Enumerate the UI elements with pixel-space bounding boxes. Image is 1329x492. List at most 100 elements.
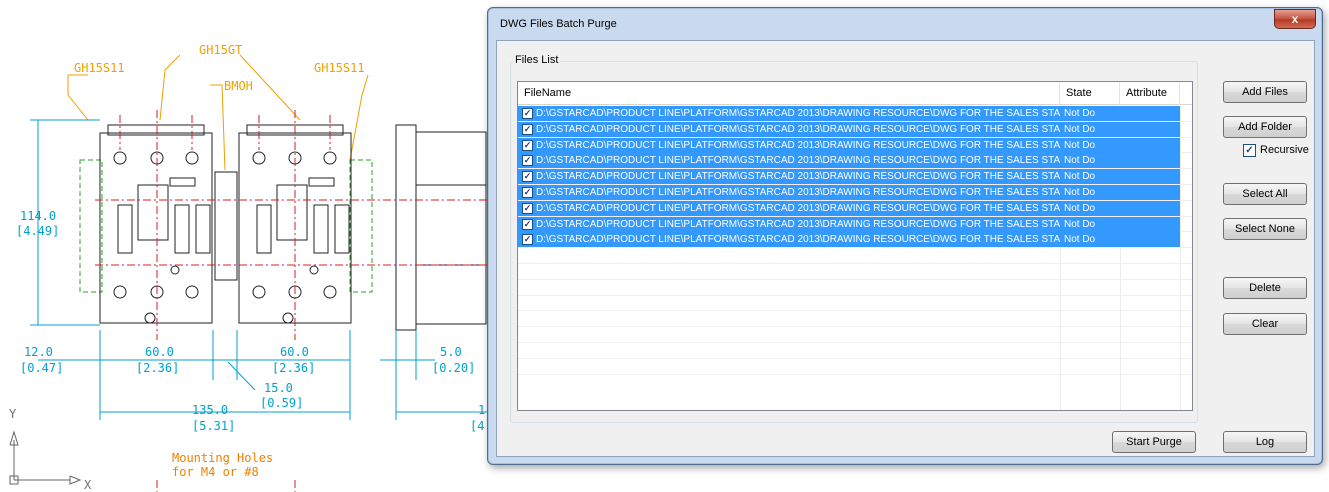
empty-row [518, 280, 1192, 296]
row-attribute [1120, 121, 1180, 137]
table-row[interactable]: D:\GSTARCAD\PRODUCT LINE\PLATFORM\GSTARC… [518, 169, 1192, 185]
dim-truncated: 1 [478, 403, 485, 417]
row-attribute [1120, 169, 1180, 185]
column-header-state[interactable]: State [1060, 82, 1120, 105]
dim-12-in: [0.47] [20, 361, 63, 375]
row-attribute [1120, 200, 1180, 216]
row-state: Not Do [1060, 216, 1120, 232]
row-filename: D:\GSTARCAD\PRODUCT LINE\PLATFORM\GSTARC… [518, 106, 1060, 121]
row-checkbox[interactable]: ✓ [522, 186, 533, 198]
listview-rows: D:\GSTARCAD\PRODUCT LINE\PLATFORM\GSTARC… [518, 106, 1192, 375]
dim-15-in: [0.59] [260, 396, 303, 410]
recursive-check-icon[interactable]: ✓ [1243, 144, 1256, 157]
empty-row [518, 343, 1192, 359]
dialog-titlebar[interactable]: DWG Files Batch Purge x [488, 8, 1322, 40]
clear-button[interactable]: Clear [1223, 313, 1307, 335]
label-bmoh: BMOH [224, 79, 253, 93]
table-row[interactable]: D:\GSTARCAD\PRODUCT LINE\PLATFORM\GSTARC… [518, 216, 1192, 233]
dim-12: 12.0 [24, 345, 53, 359]
row-checkbox[interactable]: ✓ [522, 218, 533, 230]
table-row[interactable]: D:\GSTARCAD\PRODUCT LINE\PLATFORM\GSTARC… [518, 106, 1192, 122]
column-header-attribute[interactable]: Attribute [1120, 82, 1180, 105]
row-attribute [1120, 137, 1180, 153]
listview-header: FileName State Attribute [518, 82, 1192, 105]
dim-5: 5.0 [440, 345, 462, 359]
delete-button[interactable]: Delete [1223, 277, 1307, 299]
select-all-button[interactable]: Select All [1223, 183, 1307, 205]
row-checkbox[interactable]: ✓ [522, 234, 533, 246]
row-state: Not Do [1060, 153, 1120, 169]
dim-5-in: [0.20] [432, 361, 475, 375]
row-filename: D:\GSTARCAD\PRODUCT LINE\PLATFORM\GSTARC… [518, 232, 1060, 248]
dim-135: 135.0 [192, 403, 228, 417]
dim-60a-in: [2.36] [136, 361, 179, 375]
label-gh15s11-left: GH15S11 [74, 61, 125, 75]
row-state: Not Do [1060, 106, 1120, 121]
row-attribute [1120, 216, 1180, 232]
dialog-title: DWG Files Batch Purge [500, 18, 617, 30]
table-row[interactable]: D:\GSTARCAD\PRODUCT LINE\PLATFORM\GSTARC… [518, 232, 1192, 249]
row-state: Not Do [1060, 184, 1120, 200]
files-list-title: Files List [513, 54, 561, 66]
row-checkbox[interactable]: ✓ [522, 202, 533, 214]
row-checkbox[interactable]: ✓ [522, 139, 533, 151]
row-checkbox[interactable]: ✓ [522, 123, 533, 135]
row-filename: D:\GSTARCAD\PRODUCT LINE\PLATFORM\GSTARC… [518, 169, 1060, 185]
row-checkbox[interactable]: ✓ [522, 155, 533, 167]
row-attribute [1120, 106, 1180, 121]
close-icon: x [1291, 12, 1299, 26]
table-row[interactable]: D:\GSTARCAD\PRODUCT LINE\PLATFORM\GSTARC… [518, 137, 1192, 154]
dim-135-in: [5.31] [192, 419, 235, 433]
add-files-button[interactable]: Add Files [1223, 81, 1307, 103]
label-gh15s11-right: GH15S11 [314, 61, 365, 75]
recursive-label: Recursive [1260, 144, 1309, 156]
dim-60b: 60.0 [280, 345, 309, 359]
column-header-filename[interactable]: FileName [518, 82, 1060, 105]
mounting-holes-line1: Mounting Holes [172, 451, 273, 465]
batch-purge-dialog: DWG Files Batch Purge x Files List FileN… [487, 7, 1323, 465]
dialog-client-area: Files List FileName State Attribute D:\G… [496, 40, 1315, 457]
empty-row [518, 327, 1192, 343]
row-attribute [1120, 232, 1180, 248]
row-state: Not Do [1060, 137, 1120, 153]
row-attribute [1120, 153, 1180, 169]
empty-row [518, 311, 1192, 328]
row-state: Not Do [1060, 232, 1120, 248]
close-button[interactable]: x [1274, 9, 1316, 29]
table-row[interactable]: D:\GSTARCAD\PRODUCT LINE\PLATFORM\GSTARC… [518, 184, 1192, 201]
row-state: Not Do [1060, 169, 1120, 185]
empty-row [518, 359, 1192, 375]
dim-114: 114.0 [20, 209, 56, 223]
row-filename: D:\GSTARCAD\PRODUCT LINE\PLATFORM\GSTARC… [518, 137, 1060, 153]
start-purge-button[interactable]: Start Purge [1112, 431, 1196, 453]
add-folder-button[interactable]: Add Folder [1223, 116, 1307, 138]
row-state: Not Do [1060, 121, 1120, 137]
dim-60a: 60.0 [145, 345, 174, 359]
empty-row [518, 296, 1192, 312]
empty-row [518, 264, 1192, 280]
table-row[interactable]: D:\GSTARCAD\PRODUCT LINE\PLATFORM\GSTARC… [518, 153, 1192, 170]
select-none-button[interactable]: Select None [1223, 218, 1307, 240]
label-gh15gt: GH15GT [199, 43, 242, 57]
row-filename: D:\GSTARCAD\PRODUCT LINE\PLATFORM\GSTARC… [518, 216, 1060, 232]
row-filename: D:\GSTARCAD\PRODUCT LINE\PLATFORM\GSTARC… [518, 153, 1060, 169]
axis-x-label: X [84, 478, 92, 492]
dim-15: 15.0 [264, 381, 293, 395]
empty-row [518, 248, 1192, 264]
row-checkbox[interactable]: ✓ [522, 108, 533, 119]
row-checkbox[interactable]: ✓ [522, 171, 533, 183]
files-listview[interactable]: FileName State Attribute D:\GSTARCAD\PRO… [517, 81, 1193, 411]
dim-truncated-in: [4 [470, 419, 484, 433]
axis-y-label: Y [9, 407, 17, 421]
row-filename: D:\GSTARCAD\PRODUCT LINE\PLATFORM\GSTARC… [518, 200, 1060, 216]
dim-114-in: [4.49] [16, 224, 59, 238]
mounting-holes-line2: for M4 or #8 [172, 465, 259, 479]
table-row[interactable]: D:\GSTARCAD\PRODUCT LINE\PLATFORM\GSTARC… [518, 121, 1192, 138]
row-filename: D:\GSTARCAD\PRODUCT LINE\PLATFORM\GSTARC… [518, 184, 1060, 200]
table-row[interactable]: D:\GSTARCAD\PRODUCT LINE\PLATFORM\GSTARC… [518, 200, 1192, 217]
row-state: Not Do [1060, 200, 1120, 216]
row-filename: D:\GSTARCAD\PRODUCT LINE\PLATFORM\GSTARC… [518, 121, 1060, 137]
log-button[interactable]: Log [1223, 431, 1307, 453]
dim-60b-in: [2.36] [272, 361, 315, 375]
row-attribute [1120, 184, 1180, 200]
